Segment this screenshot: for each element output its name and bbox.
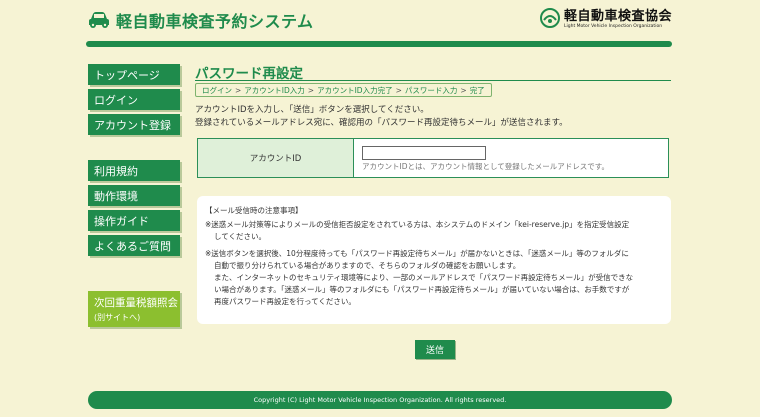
sidebar-item-terms[interactable]: 利用規約 [88, 160, 180, 181]
breadcrumb-separator: > [395, 85, 402, 95]
breadcrumb-separator: > [307, 85, 315, 95]
sidebar-item-guide[interactable]: 操作ガイド [88, 210, 180, 231]
account-id-label: アカウントID [198, 139, 354, 177]
breadcrumb-separator: > [235, 85, 242, 95]
sidebar-item-register[interactable]: アカウント登録 [88, 114, 180, 135]
site-title: 軽自動車検査予約システム [116, 12, 314, 31]
org-name-en: Light Motor Vehicle Inspection Organizat… [563, 24, 663, 30]
notice-line: い場合があります。「迷惑メール」等のフォルダにも「パスワード再設定待ちメール」が… [214, 285, 630, 294]
breadcrumb: ログイン > アカウントID入力 > アカウントID入力完了 > パスワード入力… [195, 83, 492, 97]
notice-item: ※迷惑メール対策等によりメールの受信拒否設定をされている方は、本システムのドメイ… [205, 219, 663, 243]
site-logo[interactable]: 軽自動車検査予約システム [88, 8, 314, 32]
title-underline [195, 80, 671, 81]
footer: Copyright (C) Light Motor Vehicle Inspec… [88, 391, 672, 409]
header-divider [86, 41, 672, 47]
sidebar-item-faq[interactable]: よくあるご質問 [88, 235, 180, 256]
intro-line: アカウントIDを入力し、「送信」ボタンを選択してください。 [195, 105, 429, 115]
account-id-input[interactable] [362, 146, 486, 160]
header: 軽自動車検査予約システム 軽自動車検査協会 Light Motor Vehicl… [0, 0, 760, 48]
org-name-jp: 軽自動車検査協会 [563, 9, 672, 25]
notice-line: また、インターネットのセキュリティ環境等により、一部のメールアドレスで「パスワー… [214, 273, 634, 282]
intro-text: アカウントIDを入力し、「送信」ボタンを選択してください。 登録されているメール… [195, 104, 568, 130]
sidebar-item-weight-tax[interactable]: 次回重量税額照会 (別サイトへ) [88, 291, 180, 327]
page-title: パスワード再設定 [195, 66, 303, 82]
breadcrumb-step: ログイン [202, 85, 232, 95]
intro-line: 登録されているメールアドレス宛に、確認用の「パスワード再設定待ちメール」が送信さ… [195, 118, 568, 128]
sidebar-item-environment[interactable]: 動作環境 [88, 185, 180, 206]
account-id-hint: アカウントIDとは、アカウント情報として登録したメールアドレスです。 [362, 162, 610, 171]
notice-line: ※迷惑メール対策等によりメールの受信拒否設定をされている方は、本システムのドメイ… [205, 220, 630, 229]
org-emblem-icon [539, 8, 560, 32]
sidebar-external-sub: (別サイトへ) [94, 313, 141, 322]
breadcrumb-step: アカウントID入力完了 [317, 85, 393, 95]
notice-line: 再度パスワード再設定を行ってください。 [214, 297, 356, 306]
submit-button[interactable]: 送信 [415, 340, 455, 359]
notice-line: 自動で振り分けられている場合がありますので、そちらのフォルダの確認をお願いします… [214, 261, 521, 270]
notice-item: ※送信ボタンを選択後、10分程度待っても「パスワード再設定待ちメール」が届かない… [205, 248, 663, 308]
breadcrumb-step: アカウントID入力 [244, 85, 305, 95]
sidebar-item-login[interactable]: ログイン [88, 89, 180, 110]
breadcrumb-separator: > [460, 85, 467, 95]
car-icon [88, 11, 110, 29]
org-logo: 軽自動車検査協会 Light Motor Vehicle Inspection … [539, 8, 672, 32]
sidebar-external-label: 次回重量税額照会 [94, 297, 178, 309]
breadcrumb-step-current: 完了 [469, 85, 485, 95]
notice-line: ※送信ボタンを選択後、10分程度待っても「パスワード再設定待ちメール」が届かない… [205, 249, 629, 258]
notice-line: してください。 [214, 232, 267, 241]
sidebar-item-top[interactable]: トップページ [88, 64, 180, 85]
notice-heading: 【メール受信時の注意事項】 [205, 206, 303, 215]
breadcrumb-step: パスワード入力 [404, 85, 458, 95]
mail-notice: 【メール受信時の注意事項】 ※迷惑メール対策等によりメールの受信拒否設定をされて… [197, 196, 671, 324]
